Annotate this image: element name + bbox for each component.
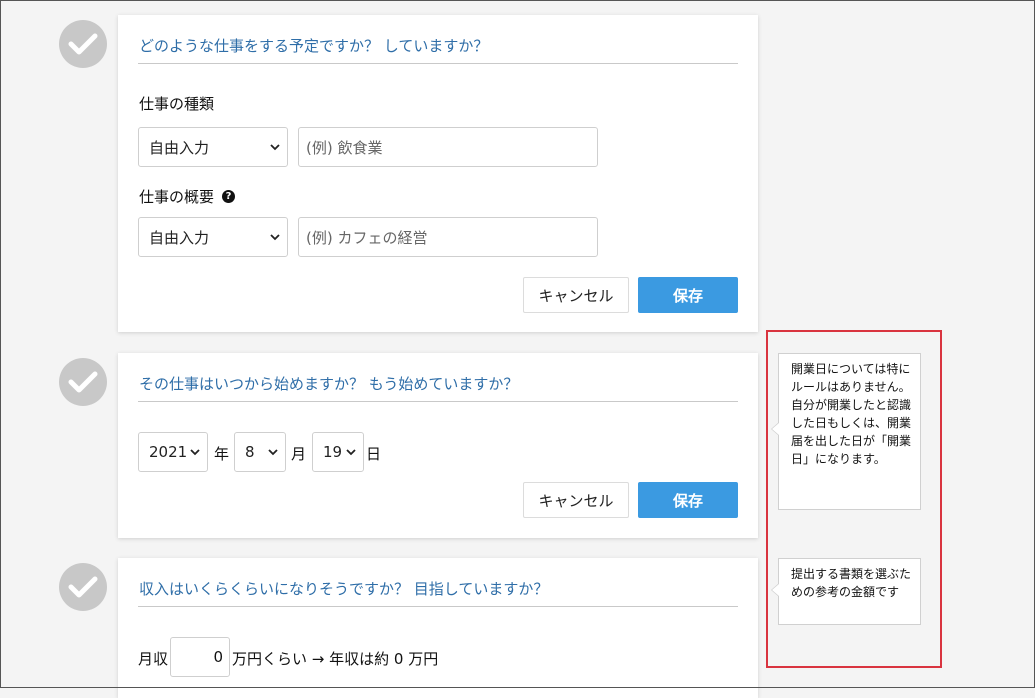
completed-check-icon [59, 358, 107, 406]
help-icon[interactable]: ? [222, 190, 236, 203]
month-unit: 月 [291, 445, 307, 463]
annual-income-text: 万円くらい → 年収は約 0 万円 [232, 650, 439, 668]
save-button[interactable]: 保存 [638, 277, 738, 313]
work-summary-select[interactable]: 自由入力 [138, 217, 288, 257]
monthly-income-input[interactable]: 0 [170, 637, 230, 677]
chevron-down-icon [270, 144, 280, 151]
chevron-down-icon [268, 449, 278, 456]
chevron-down-icon [346, 449, 356, 456]
work-summary-label: 仕事の概要 ? [139, 186, 236, 207]
cancel-button[interactable]: キャンセル [523, 482, 629, 518]
tooltip-arrow [771, 583, 779, 597]
divider [138, 606, 738, 607]
income-tooltip: 提出する書類を選ぶための参考の金額です [771, 558, 921, 625]
work-type-card: どのような仕事をする予定ですか？ していますか？ 仕事の種類 自由入力 (例) … [118, 15, 758, 332]
tooltip-arrow [771, 422, 779, 436]
work-type-input[interactable]: (例) 飲食業 [298, 127, 598, 167]
start-date-tooltip: 開業日については特にルールはありません。自分が開業したと認識した日もしくは、開業… [771, 353, 921, 510]
month-select[interactable]: 8 [234, 432, 286, 472]
work-summary-input[interactable]: (例) カフェの経営 [298, 217, 598, 257]
completed-check-icon [59, 20, 107, 68]
work-type-question: どのような仕事をする予定ですか？ していますか？ [139, 37, 489, 55]
income-card: 収入はいくらくらいになりそうですか？ 目指していますか？ 月収 0 万円くらい … [118, 558, 758, 698]
cancel-button[interactable]: キャンセル [523, 277, 629, 313]
divider [138, 401, 738, 402]
income-question: 収入はいくらくらいになりそうですか？ 目指していますか？ [139, 580, 549, 598]
start-date-question: その仕事はいつから始めますか？ もう始めていますか？ [139, 375, 519, 393]
completed-check-icon [59, 563, 107, 611]
divider [138, 63, 738, 64]
start-date-card: その仕事はいつから始めますか？ もう始めていますか？ 2021 年 8 月 19… [118, 353, 758, 538]
work-type-label: 仕事の種類 [139, 95, 215, 113]
chevron-down-icon [270, 234, 280, 241]
annual-income-value: 0 [393, 650, 404, 668]
year-select[interactable]: 2021 [138, 432, 208, 472]
day-unit: 日 [366, 445, 382, 463]
year-unit: 年 [214, 445, 230, 463]
chevron-down-icon [190, 449, 200, 456]
day-select[interactable]: 19 [312, 432, 364, 472]
save-button[interactable]: 保存 [638, 482, 738, 518]
work-type-select[interactable]: 自由入力 [138, 127, 288, 167]
monthly-income-label: 月収 [138, 650, 169, 668]
